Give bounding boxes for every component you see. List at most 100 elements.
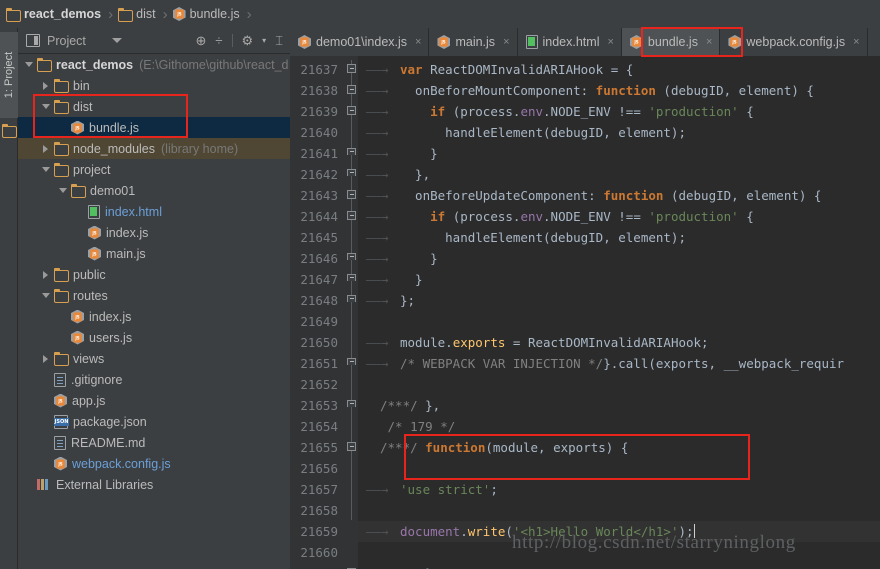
code-line[interactable]: ——→ onBeforeUpdateComponent: function (d… <box>358 185 880 206</box>
fold-start-icon[interactable] <box>347 106 356 115</box>
tree-row[interactable]: bundle.js <box>18 117 290 138</box>
settings-gear-icon[interactable]: ⚙ <box>242 34 254 47</box>
tree-row[interactable]: package.json <box>18 411 290 432</box>
code-folding-gutter[interactable] <box>346 56 358 569</box>
breadcrumb-item-2[interactable]: bundle.js <box>173 0 240 28</box>
code-line[interactable]: ——→ }, <box>358 164 880 185</box>
code-line[interactable]: ——→ 'use strict'; <box>358 479 880 500</box>
locate-target-icon[interactable]: ⊕ <box>195 34 206 47</box>
editor-tab[interactable]: index.html × <box>518 28 622 56</box>
tree-row[interactable]: public <box>18 264 290 285</box>
code-line[interactable] <box>358 500 880 521</box>
fold-start-icon[interactable] <box>347 85 356 94</box>
tree-twisty-open-icon[interactable] <box>41 164 52 175</box>
tree-twisty-open-icon[interactable] <box>58 185 69 196</box>
project-tree[interactable]: react_demos (E:\Githome\github\react_d bin… <box>18 54 290 569</box>
fold-end-icon[interactable] <box>347 400 356 407</box>
code-line[interactable]: ——→ onBeforeMountComponent: function (de… <box>358 80 880 101</box>
tree-row[interactable]: index.html <box>18 201 290 222</box>
tree-row[interactable]: External Libraries <box>18 474 290 495</box>
code-line[interactable]: ——→ if (process.env.NODE_ENV !== 'produc… <box>358 206 880 227</box>
close-icon[interactable]: × <box>853 36 859 48</box>
code-editor[interactable]: ——→ var ReactDOMInvalidARIAHook = {——→ on… <box>290 56 880 569</box>
tab-indent-arrow-icon: ——→ <box>366 293 389 308</box>
tree-row[interactable]: dist <box>18 96 290 117</box>
breadcrumb-item-1[interactable]: dist <box>118 0 156 28</box>
structure-strip-icon[interactable] <box>2 123 17 138</box>
fold-start-icon[interactable] <box>347 442 356 451</box>
close-icon[interactable]: × <box>706 36 712 48</box>
chevron-down-icon[interactable] <box>111 38 122 43</box>
breadcrumb-separator-icon: › <box>162 5 168 23</box>
fold-end-icon[interactable] <box>347 358 356 365</box>
code-line[interactable]: /***/ }, <box>358 395 880 416</box>
close-icon[interactable]: × <box>415 36 421 48</box>
tree-row[interactable]: index.js <box>18 222 290 243</box>
close-icon[interactable]: × <box>503 36 509 48</box>
code-line[interactable]: ——→ if (process.env.NODE_ENV !== 'produc… <box>358 101 880 122</box>
code-line-text: onBeforeMountComponent: function (debugI… <box>400 80 814 101</box>
code-line[interactable]: ——→ } <box>358 269 880 290</box>
gear-dropdown-icon[interactable]: ▾ <box>262 36 266 45</box>
tree-row[interactable]: index.js <box>18 306 290 327</box>
tree-row[interactable]: routes <box>18 285 290 306</box>
code-token: write <box>467 524 506 539</box>
fold-start-icon[interactable] <box>347 64 356 73</box>
fold-end-icon[interactable] <box>347 274 356 281</box>
fold-start-icon[interactable] <box>347 211 356 220</box>
tree-row[interactable]: main.js <box>18 243 290 264</box>
collapse-all-icon[interactable]: ÷ <box>215 34 222 47</box>
tree-twisty-open-icon[interactable] <box>24 59 35 70</box>
tree-node-icon <box>54 163 69 177</box>
editor-tab[interactable]: main.js × <box>429 28 518 56</box>
tree-row[interactable]: README.md <box>18 432 290 453</box>
hide-window-icon[interactable]: ⌶ <box>275 34 283 47</box>
tree-twisty-closed-icon[interactable] <box>41 353 52 364</box>
fold-start-icon[interactable] <box>347 190 356 199</box>
code-token: } <box>400 251 438 266</box>
code-line[interactable]: /***/ } <box>358 563 880 569</box>
code-line[interactable] <box>358 374 880 395</box>
js-file-icon <box>71 310 84 324</box>
code-line[interactable]: ——→ handleElement(debugID, element); <box>358 122 880 143</box>
editor-tab[interactable]: demo01\index.js × <box>290 28 430 56</box>
tree-row[interactable]: webpack.config.js <box>18 453 290 474</box>
fold-end-icon[interactable] <box>347 169 356 176</box>
tree-row[interactable]: node_modules (library home) <box>18 138 290 159</box>
tree-row[interactable]: app.js <box>18 390 290 411</box>
tree-twisty-open-icon[interactable] <box>41 101 52 112</box>
fold-end-icon[interactable] <box>347 253 356 260</box>
sidebar-item-project-toolwindow[interactable]: 1: Project <box>0 32 18 118</box>
code-line[interactable]: ——→ module.exports = ReactDOMInvalidARIAH… <box>358 332 880 353</box>
tree-row[interactable]: demo01 <box>18 180 290 201</box>
tree-row[interactable]: views <box>18 348 290 369</box>
tree-node-icon <box>71 331 84 345</box>
code-line[interactable]: /* 179 */ <box>358 416 880 437</box>
tree-row[interactable]: .gitignore <box>18 369 290 390</box>
tree-row[interactable]: bin <box>18 75 290 96</box>
code-line[interactable] <box>358 458 880 479</box>
tree-twisty-closed-icon[interactable] <box>41 269 52 280</box>
breadcrumb-item-0[interactable]: react_demos <box>6 0 101 28</box>
fold-end-icon[interactable] <box>347 148 356 155</box>
code-line[interactable]: /***/ function(module, exports) { <box>358 437 880 458</box>
code-line[interactable]: ——→}; <box>358 290 880 311</box>
editor-tab[interactable]: webpack.config.js × <box>720 28 868 56</box>
tree-twisty-open-icon[interactable] <box>41 290 52 301</box>
tree-row[interactable]: users.js <box>18 327 290 348</box>
code-line[interactable]: ——→ } <box>358 143 880 164</box>
tree-row[interactable]: react_demos (E:\Githome\github\react_d <box>18 54 290 75</box>
fold-end-icon[interactable] <box>347 295 356 302</box>
tree-twisty-closed-icon[interactable] <box>41 143 52 154</box>
tree-twisty-closed-icon[interactable] <box>41 80 52 91</box>
code-line[interactable] <box>358 311 880 332</box>
code-line[interactable]: ——→ handleElement(debugID, element); <box>358 227 880 248</box>
close-icon[interactable]: × <box>607 36 613 48</box>
code-line[interactable]: ——→ /* WEBPACK VAR INJECTION */}.call(exp… <box>358 353 880 374</box>
editor-tab[interactable]: bundle.js × <box>621 28 721 56</box>
code-text-area[interactable]: ——→ var ReactDOMInvalidARIAHook = {——→ on… <box>358 56 880 569</box>
tree-row[interactable]: project <box>18 159 290 180</box>
editor-tab-bar[interactable]: demo01\index.js×main.js×index.html×bundl… <box>290 28 880 56</box>
code-line[interactable]: ——→ } <box>358 248 880 269</box>
code-line[interactable]: ——→ var ReactDOMInvalidARIAHook = { <box>358 59 880 80</box>
